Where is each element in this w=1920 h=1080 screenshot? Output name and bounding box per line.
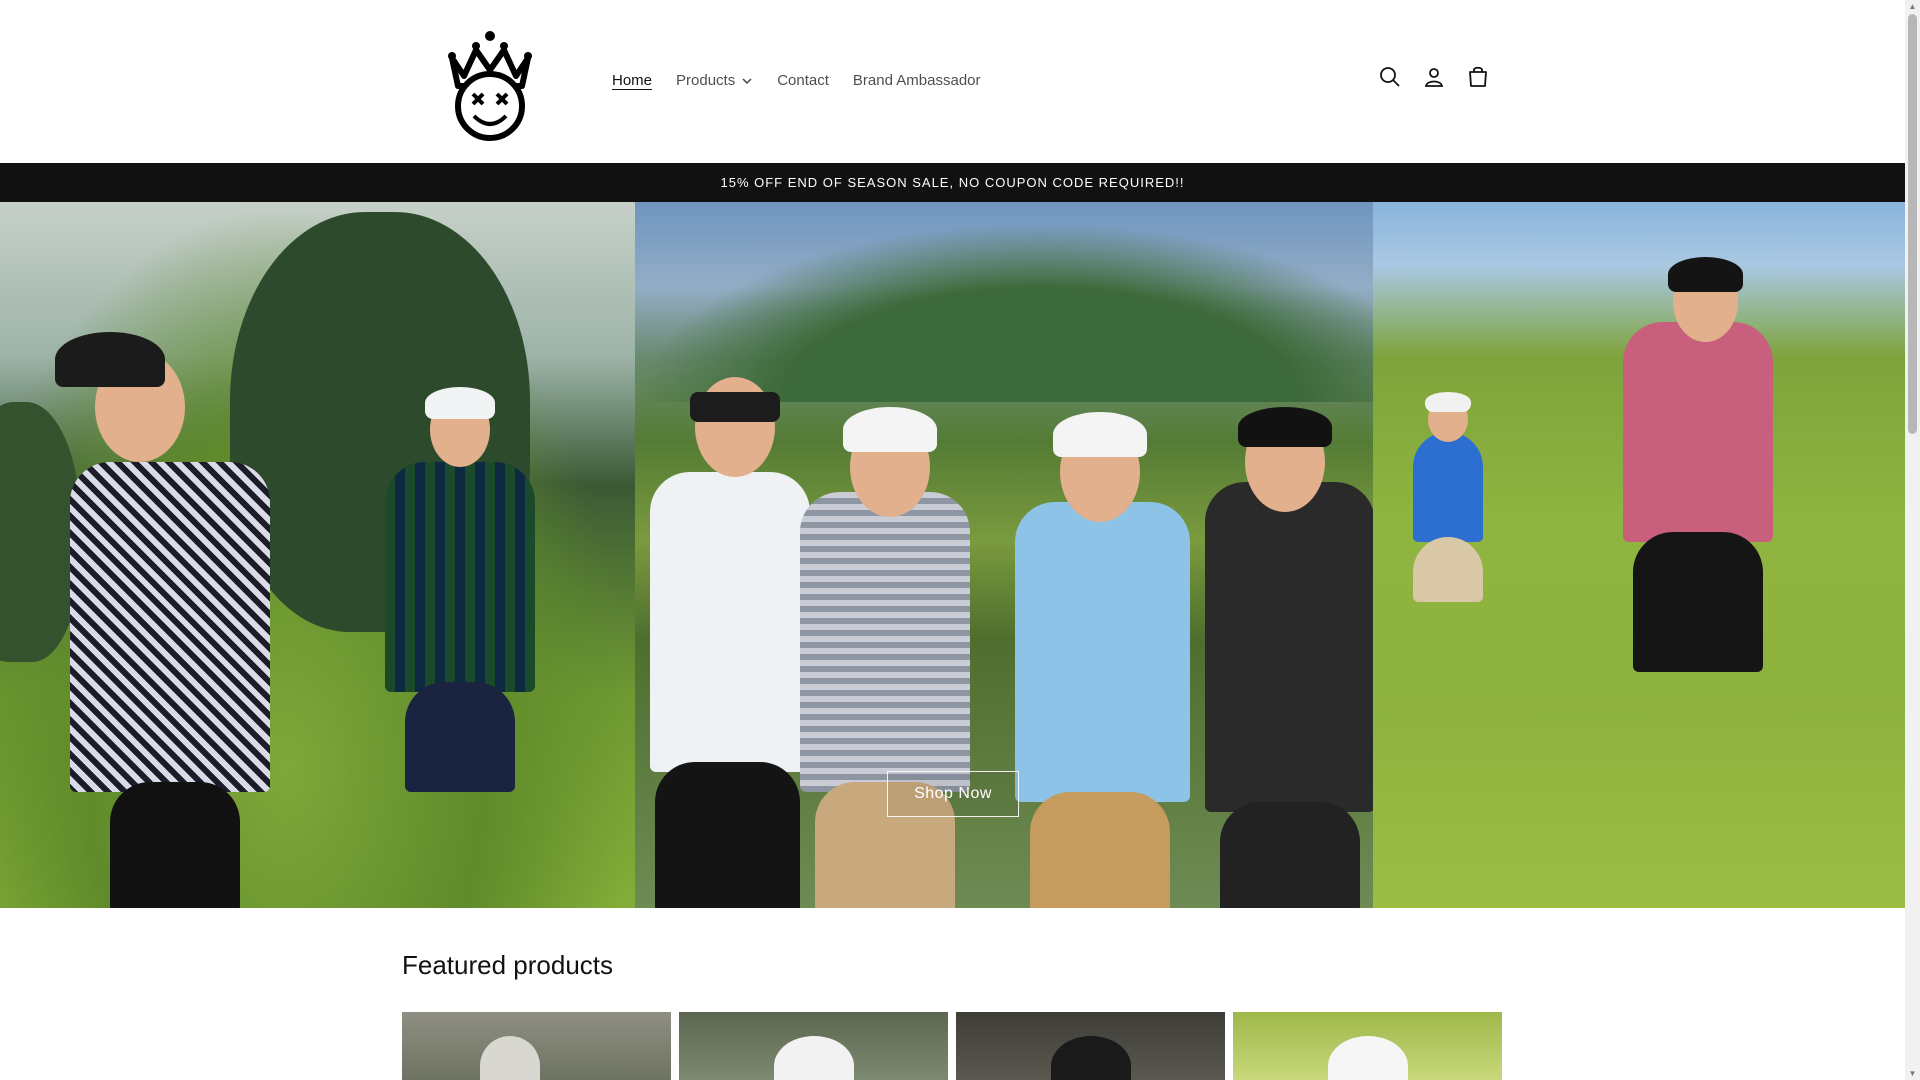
header-icons bbox=[1375, 62, 1493, 92]
cart-button[interactable] bbox=[1463, 62, 1493, 92]
featured-products-grid bbox=[402, 1012, 1502, 1080]
account-button[interactable] bbox=[1419, 62, 1449, 92]
chevron-down-icon bbox=[742, 77, 752, 84]
scroll-thumb[interactable] bbox=[1908, 14, 1917, 434]
site-header: Home Products Contact Brand Ambassador bbox=[0, 0, 1905, 162]
nav-brand-ambassador-link[interactable]: Brand Ambassador bbox=[841, 66, 993, 95]
nav-brand-ambassador-label: Brand Ambassador bbox=[852, 72, 981, 89]
brand-logo[interactable] bbox=[440, 28, 540, 143]
scroll-up-arrow-icon[interactable]: ▲ bbox=[1908, 2, 1917, 11]
product-card[interactable] bbox=[956, 1012, 1225, 1080]
account-icon bbox=[1424, 68, 1444, 87]
hero-image-left bbox=[0, 202, 635, 908]
search-button[interactable] bbox=[1375, 62, 1405, 92]
cart-icon bbox=[1469, 66, 1487, 87]
scroll-down-arrow-icon[interactable]: ▼ bbox=[1908, 1069, 1917, 1078]
nav-contact-label: Contact bbox=[777, 72, 829, 89]
search-icon bbox=[1380, 67, 1400, 87]
shop-now-button[interactable]: Shop Now bbox=[887, 771, 1019, 817]
nav-home-link[interactable]: Home bbox=[600, 66, 664, 95]
nav-contact-link[interactable]: Contact bbox=[765, 66, 841, 95]
product-card[interactable] bbox=[402, 1012, 671, 1080]
announcement-text: 15% OFF END OF SEASON SALE, NO COUPON CO… bbox=[720, 175, 1185, 190]
product-card[interactable] bbox=[679, 1012, 948, 1080]
product-card[interactable] bbox=[1233, 1012, 1502, 1080]
crown-smiley-logo-icon bbox=[448, 31, 532, 141]
nav-products-link[interactable]: Products bbox=[664, 66, 765, 95]
hero-image-right bbox=[1373, 202, 1905, 908]
main-nav: Home Products Contact Brand Ambassador bbox=[600, 66, 993, 95]
page-scrollbar[interactable]: ▲ ▼ bbox=[1905, 0, 1920, 1080]
featured-products-title: Featured products bbox=[402, 950, 614, 980]
nav-products-label: Products bbox=[676, 72, 736, 89]
announcement-bar: 15% OFF END OF SEASON SALE, NO COUPON CO… bbox=[0, 163, 1905, 202]
nav-home-label: Home bbox=[612, 72, 653, 89]
